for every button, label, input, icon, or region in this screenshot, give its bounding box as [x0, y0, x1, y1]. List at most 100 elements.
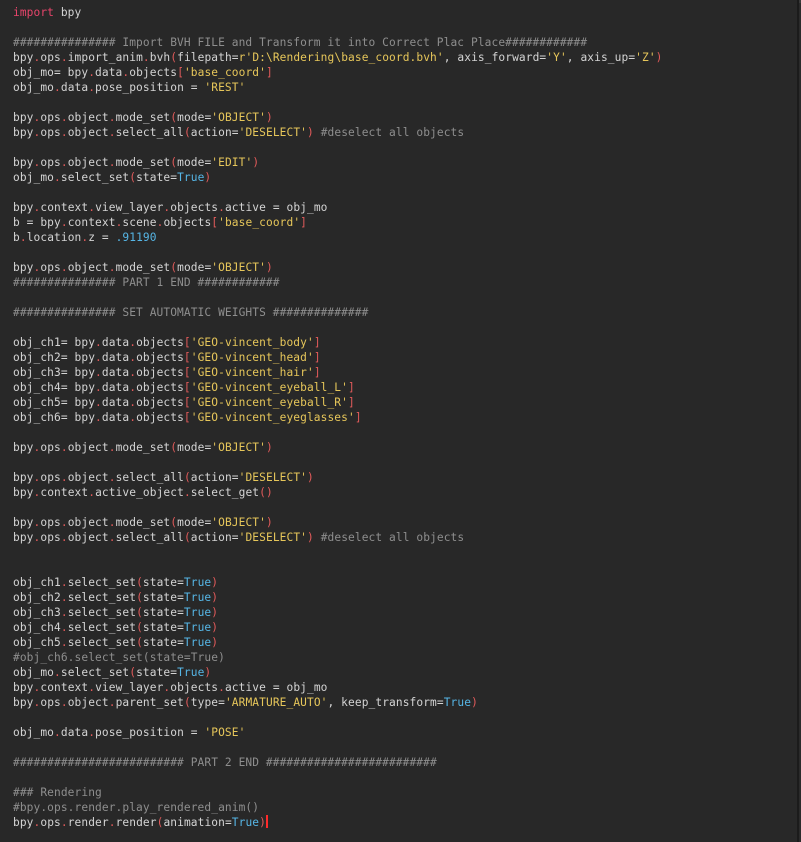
code-line[interactable]: obj_ch4= bpy.data.objects['GEO-vincent_e… — [13, 380, 663, 395]
code-line[interactable]: obj_mo.data.pose_position = 'REST' — [13, 80, 663, 95]
code-token: ] — [300, 216, 308, 229]
code-editor[interactable]: import bpy​############### Import BVH FI… — [0, 0, 799, 842]
code-line[interactable]: obj_mo= bpy.data.objects['base_coord'] — [13, 65, 663, 80]
code-line[interactable]: bpy.ops.object.mode_set(mode='OBJECT') — [13, 440, 663, 455]
code-line[interactable]: ​ — [13, 320, 663, 335]
code-token: True — [231, 816, 260, 829]
code-token: bpy — [13, 201, 34, 214]
code-token: object — [67, 531, 109, 544]
code-line[interactable]: obj_ch5.select_set(state=True) — [13, 635, 663, 650]
code-token: True — [177, 666, 205, 679]
code-token: ] — [313, 336, 321, 349]
code-token: ) — [471, 696, 478, 709]
code-line[interactable]: obj_ch2.select_set(state=True) — [13, 590, 663, 605]
code-token: ############### Import BVH FILE and Tran… — [13, 36, 588, 49]
code-token: bpy — [13, 696, 34, 709]
code-token: data — [101, 366, 130, 379]
text-cursor — [265, 815, 268, 828]
code-token: ) — [265, 441, 273, 454]
code-line[interactable]: obj_ch1.select_set(state=True) — [13, 575, 663, 590]
code-line[interactable]: obj_ch3.select_set(state=True) — [13, 605, 663, 620]
code-line[interactable]: bpy.ops.object.parent_set(type='ARMATURE… — [13, 695, 663, 710]
code-line[interactable]: obj_mo.data.pose_position = 'POSE' — [13, 725, 663, 740]
code-token: True — [183, 591, 212, 604]
code-token: .91190 — [115, 231, 157, 244]
code-line[interactable]: obj_ch6= bpy.data.objects['GEO-vincent_e… — [13, 410, 663, 425]
code-token: 'GEO-vincent_hair' — [190, 366, 314, 379]
code-token: . — [60, 441, 68, 454]
code-token: context — [40, 681, 89, 694]
code-token: state= — [142, 606, 184, 619]
code-line[interactable]: obj_ch5= bpy.data.objects['GEO-vincent_e… — [13, 395, 663, 410]
code-line[interactable]: ​ — [13, 770, 663, 785]
code-token: state= — [136, 171, 178, 184]
code-token: 'DESELECT' — [238, 531, 307, 544]
code-line[interactable]: b.location.z = .91190 — [13, 230, 663, 245]
code-line[interactable]: obj_mo.select_set(state=True) — [13, 665, 663, 680]
code-line[interactable]: ######################### PART 2 END ###… — [13, 755, 663, 770]
code-token: . — [54, 726, 61, 739]
code-token: #deselect all objects — [320, 126, 465, 139]
code-token: 'GEO-vincent_eyeball_L' — [190, 381, 348, 394]
code-token: type= — [190, 696, 225, 709]
code-token: . — [95, 351, 102, 364]
code-token: . — [60, 636, 68, 649]
code-token: ( — [183, 696, 191, 709]
code-line[interactable]: obj_mo.select_set(state=True) — [13, 170, 663, 185]
code-line[interactable]: bpy.ops.object.mode_set(mode='OBJECT') — [13, 515, 663, 530]
code-token: . — [60, 516, 68, 529]
code-line[interactable]: ​ — [13, 245, 663, 260]
code-token: state= — [136, 666, 178, 679]
code-token: . — [108, 441, 116, 454]
code-line[interactable]: ​ — [13, 710, 663, 725]
code-line[interactable]: bpy.ops.object.mode_set(mode='OBJECT') — [13, 260, 663, 275]
code-token: ) — [307, 471, 314, 484]
code-line[interactable]: bpy.ops.object.mode_set(mode='OBJECT') — [13, 110, 663, 125]
code-line[interactable]: ### Rendering — [13, 785, 663, 800]
code-line[interactable]: #bpy.ops.render.play_rendered_anim() — [13, 800, 663, 815]
code-token: obj_ch1 — [13, 576, 61, 589]
code-token: obj_mo — [13, 726, 55, 739]
code-line[interactable]: bpy.context.view_layer.objects.active = … — [13, 680, 663, 695]
code-line[interactable]: obj_ch4.select_set(state=True) — [13, 620, 663, 635]
code-line[interactable]: #obj_ch6.select_set(state=True) — [13, 650, 663, 665]
code-text-area[interactable]: import bpy​############### Import BVH FI… — [13, 5, 663, 830]
code-token: active = obj_mo — [224, 201, 328, 214]
code-line[interactable]: bpy.ops.object.select_all(action='DESELE… — [13, 470, 663, 485]
code-line[interactable]: b = bpy.context.scene.objects['base_coor… — [13, 215, 663, 230]
code-line[interactable]: ​ — [13, 425, 663, 440]
code-token: 'GEO-vincent_eyeball_R' — [190, 396, 348, 409]
code-line[interactable]: obj_ch1= bpy.data.objects['GEO-vincent_b… — [13, 335, 663, 350]
code-line[interactable]: ​ — [13, 560, 663, 575]
code-line[interactable]: ​ — [13, 455, 663, 470]
code-line[interactable]: bpy.ops.object.mode_set(mode='EDIT') — [13, 155, 663, 170]
code-line[interactable]: bpy.ops.object.select_all(action='DESELE… — [13, 530, 663, 545]
code-token: ops — [40, 111, 61, 124]
code-line[interactable]: ​ — [13, 290, 663, 305]
code-line[interactable]: bpy.ops.render.render(animation=True) — [13, 815, 663, 830]
code-token: 'OBJECT' — [211, 441, 266, 454]
code-token: True — [183, 606, 212, 619]
code-line[interactable]: ​ — [13, 740, 663, 755]
code-line[interactable]: bpy.ops.import_anim.bvh(filepath=r'D:\Re… — [13, 50, 663, 65]
code-line[interactable]: ​ — [13, 95, 663, 110]
code-line[interactable]: ​ — [13, 545, 663, 560]
code-token: , axis_forward= — [443, 51, 547, 64]
code-line[interactable]: ############### PART 1 END ############ — [13, 275, 663, 290]
code-line[interactable]: ​ — [13, 500, 663, 515]
code-line[interactable]: ############### SET AUTOMATIC WEIGHTS ##… — [13, 305, 663, 320]
code-line[interactable]: obj_ch2= bpy.data.objects['GEO-vincent_h… — [13, 350, 663, 365]
code-line[interactable]: import bpy — [13, 5, 663, 20]
code-token: select_set — [67, 636, 137, 649]
code-token: mode= — [177, 516, 212, 529]
code-line[interactable]: ############### Import BVH FILE and Tran… — [13, 35, 663, 50]
code-line[interactable]: ​ — [13, 185, 663, 200]
code-line[interactable]: ​ — [13, 140, 663, 155]
code-token: 'base_coord' — [218, 216, 301, 229]
code-line[interactable]: ​ — [13, 20, 663, 35]
code-line[interactable]: bpy.ops.object.select_all(action='DESELE… — [13, 125, 663, 140]
code-line[interactable]: bpy.context.active_object.select_get() — [13, 485, 663, 500]
code-line[interactable]: bpy.context.view_layer.objects.active = … — [13, 200, 663, 215]
code-token: ( — [183, 126, 191, 139]
code-line[interactable]: obj_ch3= bpy.data.objects['GEO-vincent_h… — [13, 365, 663, 380]
